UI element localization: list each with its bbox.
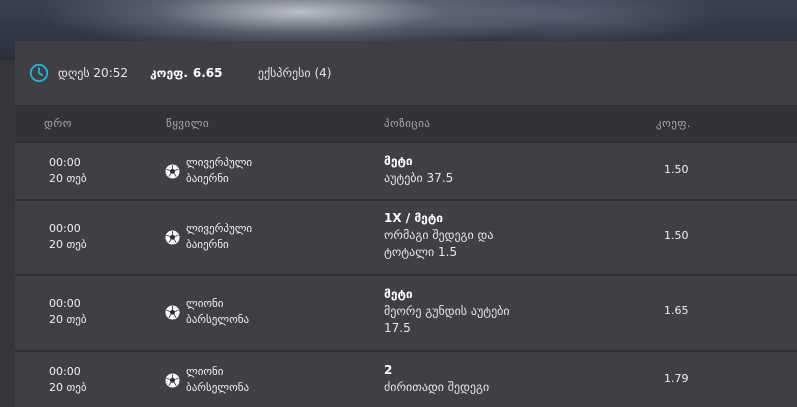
event-date: 20 თებ: [49, 381, 87, 394]
total-coef-label: კოეფ.: [150, 66, 188, 80]
position-description: ძირითადი შედეგი: [384, 380, 490, 394]
bet-row[interactable]: 00:00 20 თებ ლივერპული ბაიერნი 1X / მეტი ორმა…: [15, 199, 797, 274]
column-header-time: დრო: [44, 117, 72, 130]
event-time: 00:00: [49, 297, 81, 310]
table-header: დრო წყვილი პოზიცია კოეფ.: [15, 106, 797, 141]
position-cell: 2 ძირითადი შედეგი: [384, 362, 489, 396]
team-home: ლიონი: [186, 297, 224, 310]
event-date: 20 თებ: [49, 313, 87, 326]
team-home: ლივერპული: [186, 156, 253, 169]
coef-value: 1.79: [664, 372, 689, 385]
coef-value: 1.50: [664, 229, 689, 242]
event-date: 20 თებ: [49, 172, 87, 185]
soccer-ball-icon: [165, 304, 180, 320]
position-title: 2: [384, 363, 393, 377]
position-description: ტოტალი 1.5: [384, 245, 458, 259]
coef-value: 1.65: [664, 304, 689, 317]
total-coef-value: 6.65: [192, 66, 223, 80]
event-teams-cell[interactable]: ლიონი ბარსელონა: [165, 296, 249, 328]
soccer-ball-icon: [165, 163, 180, 179]
position-description: აუტები 37.5: [384, 171, 454, 185]
event-date: 20 თებ: [49, 238, 87, 251]
column-header-event: წყვილი: [166, 117, 210, 130]
position-title: მეტი: [384, 154, 413, 168]
position-title: მეტი: [384, 287, 413, 301]
soccer-ball-icon: [165, 229, 180, 245]
event-time: 00:00: [49, 222, 81, 235]
soccer-ball-icon: [165, 372, 180, 388]
express-count: ექსპრესი (4): [257, 66, 332, 80]
coef-value: 1.50: [664, 163, 689, 176]
bet-row[interactable]: 00:00 20 თებ ლივერპული ბაიერნი მეტი აუტები 37…: [15, 141, 797, 199]
team-away: ბარსელონა: [186, 381, 250, 394]
event-teams-cell[interactable]: ლივერპული ბაიერნი: [165, 155, 252, 187]
position-description: მეორე გუნდის აუტები: [384, 304, 510, 318]
position-title: 1X / მეტი: [384, 211, 443, 225]
team-home: ლივერპული: [186, 222, 253, 235]
team-away: ბარსელონა: [186, 313, 250, 326]
bet-list: 00:00 20 თებ ლივერპული ბაიერნი მეტი აუტები 37…: [15, 141, 797, 407]
event-teams-cell[interactable]: ლიონი ბარსელონა: [165, 364, 249, 396]
position-cell: 1X / მეტი ორმაგი შედეგი და ტოტალი 1.5: [384, 210, 493, 261]
bet-date: დღეს 20:52: [58, 66, 129, 80]
event-time-cell: 00:00 20 თებ: [49, 155, 87, 187]
position-cell: მეტი მეორე გუნდის აუტები 17.5: [384, 286, 510, 337]
column-header-coef: კოეფ.: [656, 117, 691, 130]
event-time-cell: 00:00 20 თებ: [49, 296, 87, 328]
event-time-cell: 00:00 20 თებ: [49, 364, 87, 396]
bet-row[interactable]: 00:00 20 თებ ლიონი ბარსელონა 2 ძირითადი შედეგ…: [15, 350, 797, 407]
event-time: 00:00: [49, 365, 81, 378]
event-time-cell: 00:00 20 თებ: [49, 221, 87, 253]
team-away: ბაიერნი: [186, 238, 229, 251]
bet-summary: დღეს 20:52 კოეფ. 6.65 ექსპრესი (4): [15, 41, 797, 106]
clock-icon: [29, 63, 49, 83]
position-cell: მეტი აუტები 37.5: [384, 153, 453, 187]
team-away: ბაიერნი: [186, 172, 229, 185]
bet-row[interactable]: 00:00 20 თებ ლიონი ბარსელონა მეტი მეორე გუნდი…: [15, 274, 797, 350]
team-home: ლიონი: [186, 365, 224, 378]
position-description: 17.5: [384, 321, 411, 335]
bet-slip-panel: დღეს 20:52 კოეფ. 6.65 ექსპრესი (4) დრო წ…: [15, 41, 797, 407]
event-time: 00:00: [49, 156, 81, 169]
position-description: ორმაგი შედეგი და: [384, 228, 494, 242]
event-teams-cell[interactable]: ლივერპული ბაიერნი: [165, 221, 252, 253]
column-header-position: პოზიცია: [384, 117, 431, 130]
